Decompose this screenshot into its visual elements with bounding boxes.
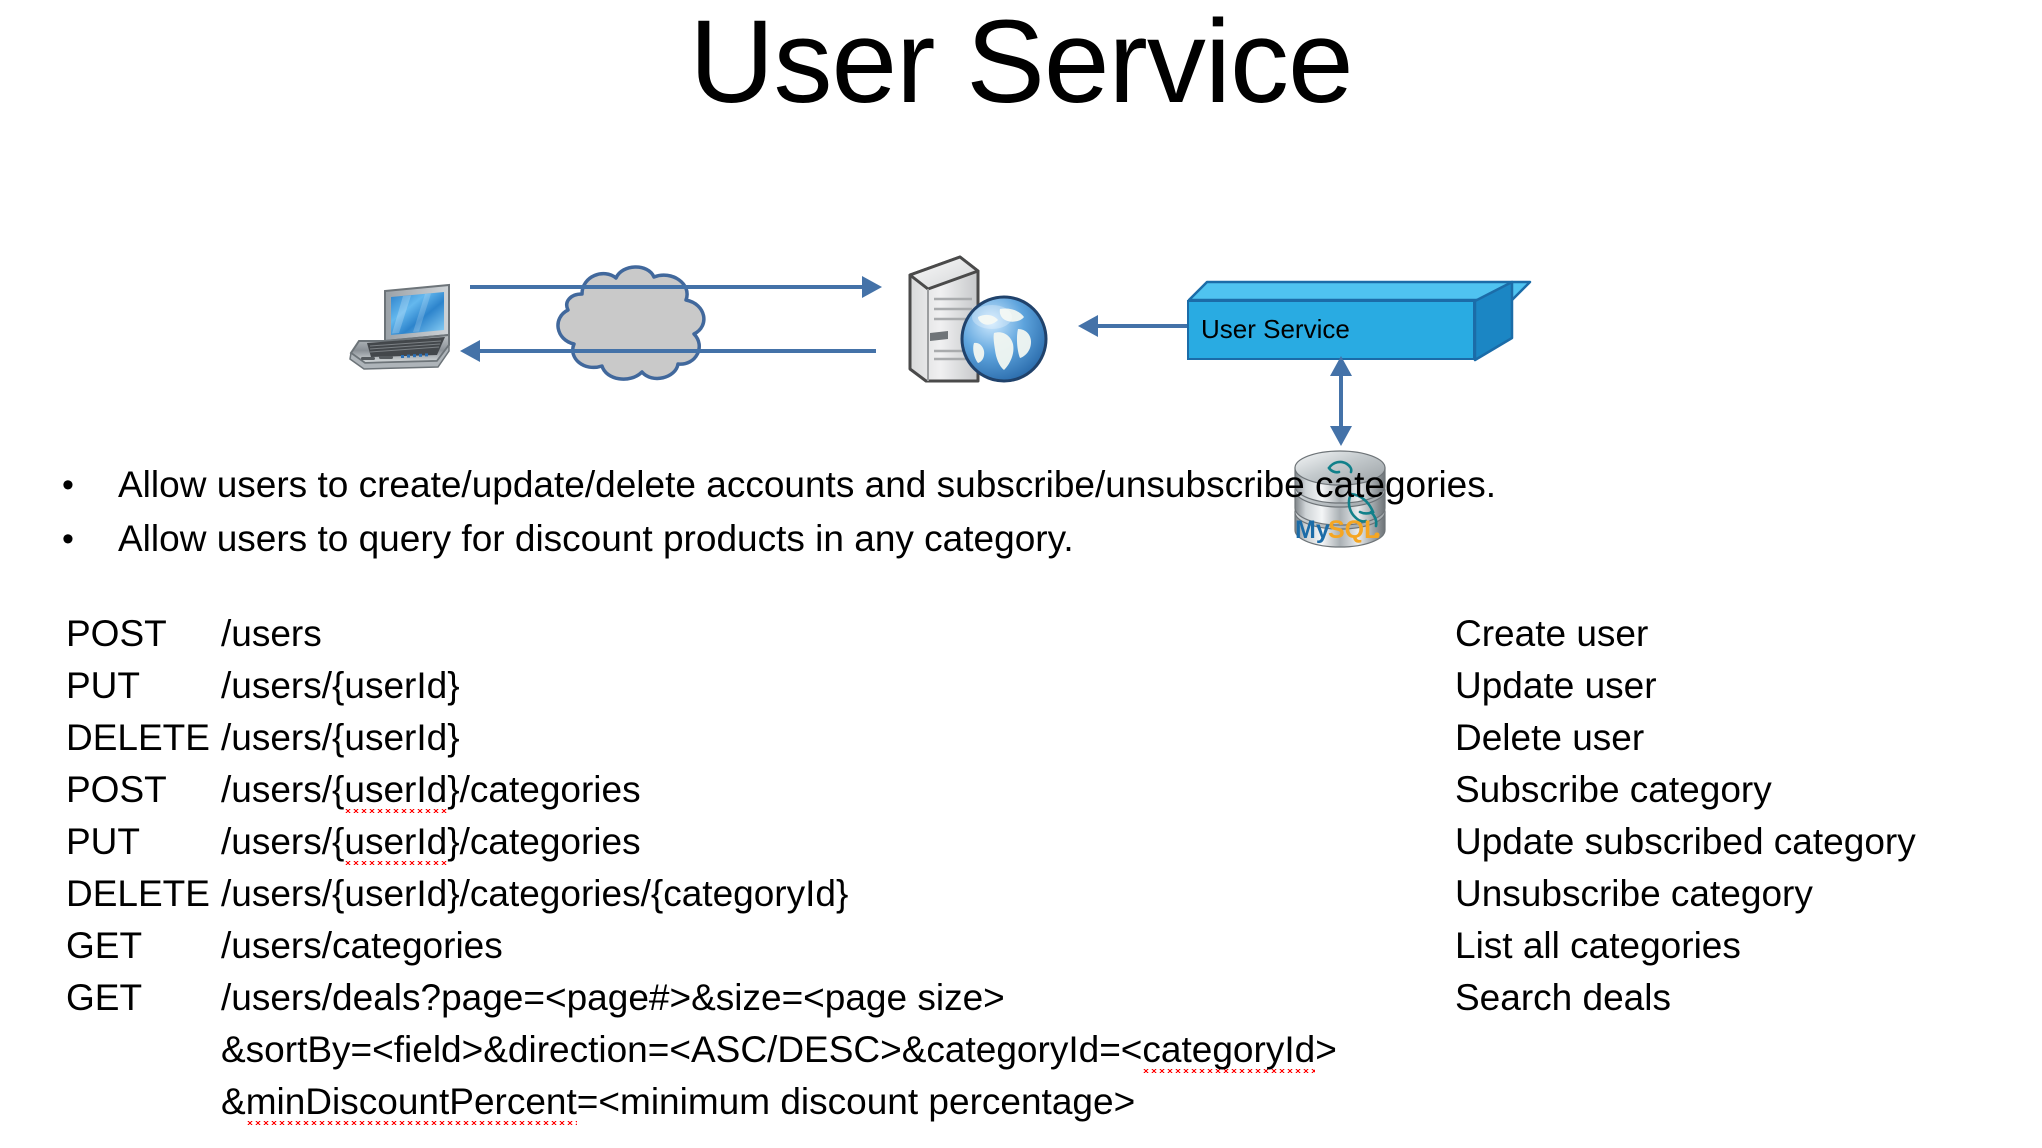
web-server-icon [900, 247, 1052, 389]
slide-canvas: User Service User Service My SQL • Allow… [0, 0, 2042, 1148]
user-service-box-label: User Service [1201, 314, 1350, 344]
http-method: DELETE [66, 873, 210, 914]
endpoint-path: /users/{userId} [221, 717, 460, 758]
request-arrow-head [862, 276, 882, 298]
endpoint-path: /users/{userId}/categories [221, 816, 641, 868]
api-endpoint-table: POST /users Create user PUT /users/{user… [0, 608, 2042, 1128]
user-service-box-side-face [1473, 280, 1514, 362]
service-database-arrow-head-down [1330, 426, 1352, 446]
server-service-arrow-head-left [1078, 315, 1098, 337]
cloud-icon [530, 260, 720, 385]
api-row-continuation: &minDiscountPercent=<minimum discount pe… [0, 1076, 2042, 1128]
spellcheck-underline: minDiscountPercent [245, 1081, 577, 1125]
api-row: POST /users/{userId}/categories Subscrib… [0, 764, 2042, 816]
api-row: GET /users/deals?page=<page#>&size=<page… [0, 972, 2042, 1024]
endpoint-path: /users/deals?page=<page#>&size=<page siz… [221, 977, 1005, 1018]
http-method: POST [66, 613, 167, 654]
bullet-list: • Allow users to create/update/delete ac… [56, 458, 1956, 566]
endpoint-path-continuation: &minDiscountPercent=<minimum discount pe… [221, 1076, 1135, 1128]
endpoint-description: Update user [1455, 665, 1657, 706]
bullet-item: • Allow users to create/update/delete ac… [56, 458, 1956, 512]
bullet-text: Allow users to query for discount produc… [118, 518, 1074, 559]
endpoint-description: Search deals [1455, 977, 1671, 1018]
user-service-box: User Service [1187, 280, 1532, 362]
server-service-arrow-line [1092, 324, 1200, 328]
bullet-text: Allow users to create/update/delete acco… [118, 464, 1497, 505]
endpoint-path: /users/{userId}/categories/{categoryId} [221, 873, 849, 914]
http-method: DELETE [66, 717, 210, 758]
response-arrow-line [478, 349, 876, 353]
endpoint-path: /users/{userId} [221, 665, 460, 706]
response-arrow-head [460, 340, 480, 362]
http-method: GET [66, 977, 143, 1018]
bullet-marker: • [62, 466, 74, 504]
spellcheck-underline: userId [344, 821, 448, 865]
spellcheck-underline: userId [344, 769, 448, 813]
api-row: DELETE /users/{userId} Delete user [0, 712, 2042, 764]
api-row: PUT /users/{userId} Update user [0, 660, 2042, 712]
architecture-diagram: User Service My SQL [0, 120, 2042, 548]
endpoint-description: Unsubscribe category [1455, 873, 1813, 914]
api-row: GET /users/categories List all categorie… [0, 920, 2042, 972]
request-arrow-line [470, 285, 870, 289]
page-title: User Service [689, 0, 1353, 128]
endpoint-description: List all categories [1455, 925, 1741, 966]
http-method: PUT [66, 665, 140, 706]
endpoint-description: Subscribe category [1455, 769, 1772, 810]
api-row: PUT /users/{userId}/categories Update su… [0, 816, 2042, 868]
http-method: POST [66, 769, 167, 810]
bullet-item: • Allow users to query for discount prod… [56, 512, 1956, 566]
endpoint-description: Update subscribed category [1455, 821, 1916, 862]
endpoint-description: Delete user [1455, 717, 1645, 758]
api-row: POST /users Create user [0, 608, 2042, 660]
endpoint-path: /users [221, 613, 322, 654]
laptop-icon [345, 283, 455, 375]
http-method: PUT [66, 821, 140, 862]
http-method: GET [66, 925, 143, 966]
endpoint-path-continuation: &sortBy=<field>&direction=<ASC/DESC>&cat… [221, 1024, 1337, 1076]
api-row-continuation: &sortBy=<field>&direction=<ASC/DESC>&cat… [0, 1024, 2042, 1076]
api-row: DELETE /users/{userId}/categories/{categ… [0, 868, 2042, 920]
endpoint-description: Create user [1455, 613, 1649, 654]
service-database-arrow-head-up [1330, 356, 1352, 376]
spellcheck-underline: categoryId [1142, 1029, 1316, 1073]
bullet-marker: • [62, 520, 74, 558]
endpoint-path: /users/categories [221, 925, 503, 966]
endpoint-path: /users/{userId}/categories [221, 764, 641, 816]
